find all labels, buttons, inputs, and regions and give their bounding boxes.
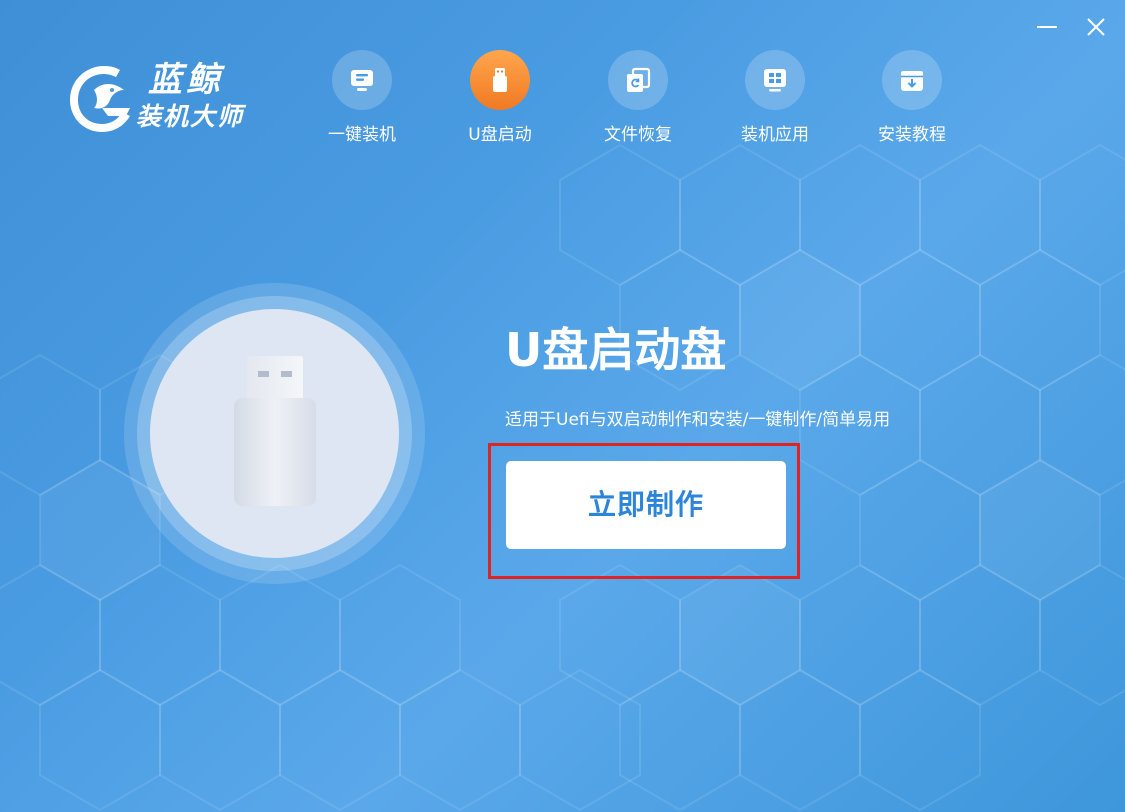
- usb-drive-icon: [493, 68, 507, 92]
- app-logo: 蓝鲸 装机大师: [64, 58, 254, 138]
- logo-subtitle: 装机大师: [136, 102, 245, 131]
- nav-item-usb-boot[interactable]: U盘启动: [445, 50, 555, 150]
- app-window: 蓝鲸 装机大师 一键装机 U盘启动 文件恢复 装机应用 安装教程 U盘启动盘 适…: [0, 0, 1125, 812]
- nav-label: 安装教程: [878, 125, 946, 145]
- nav-item-tutorial[interactable]: 安装教程: [857, 50, 967, 150]
- page-title: U盘启动盘: [505, 323, 727, 377]
- apps-grid-icon: [764, 69, 786, 92]
- minimize-icon: [1037, 26, 1057, 28]
- nav-item-one-click-install[interactable]: 一键装机: [307, 50, 417, 150]
- make-now-button[interactable]: 立即制作: [506, 461, 786, 549]
- minimize-button[interactable]: [1034, 14, 1060, 40]
- close-icon: [1087, 18, 1105, 36]
- download-box-icon: [901, 71, 923, 91]
- logo-title: 蓝鲸: [148, 60, 224, 100]
- whale-logo-icon: [70, 66, 130, 132]
- page-description: 适用于Uefi与双启动制作和安装/一键制作/简单易用: [505, 410, 891, 430]
- monitor-icon: [351, 70, 373, 91]
- usb-drive-illustration-icon: [234, 356, 316, 506]
- close-button[interactable]: [1083, 14, 1109, 40]
- file-restore-icon: [627, 67, 651, 92]
- nav-label: 文件恢复: [604, 125, 672, 145]
- nav-label: 一键装机: [328, 125, 396, 145]
- nav-label: U盘启动: [468, 125, 532, 145]
- nav-item-file-recovery[interactable]: 文件恢复: [583, 50, 693, 150]
- nav-item-apps[interactable]: 装机应用: [720, 50, 830, 150]
- nav-label: 装机应用: [741, 125, 809, 145]
